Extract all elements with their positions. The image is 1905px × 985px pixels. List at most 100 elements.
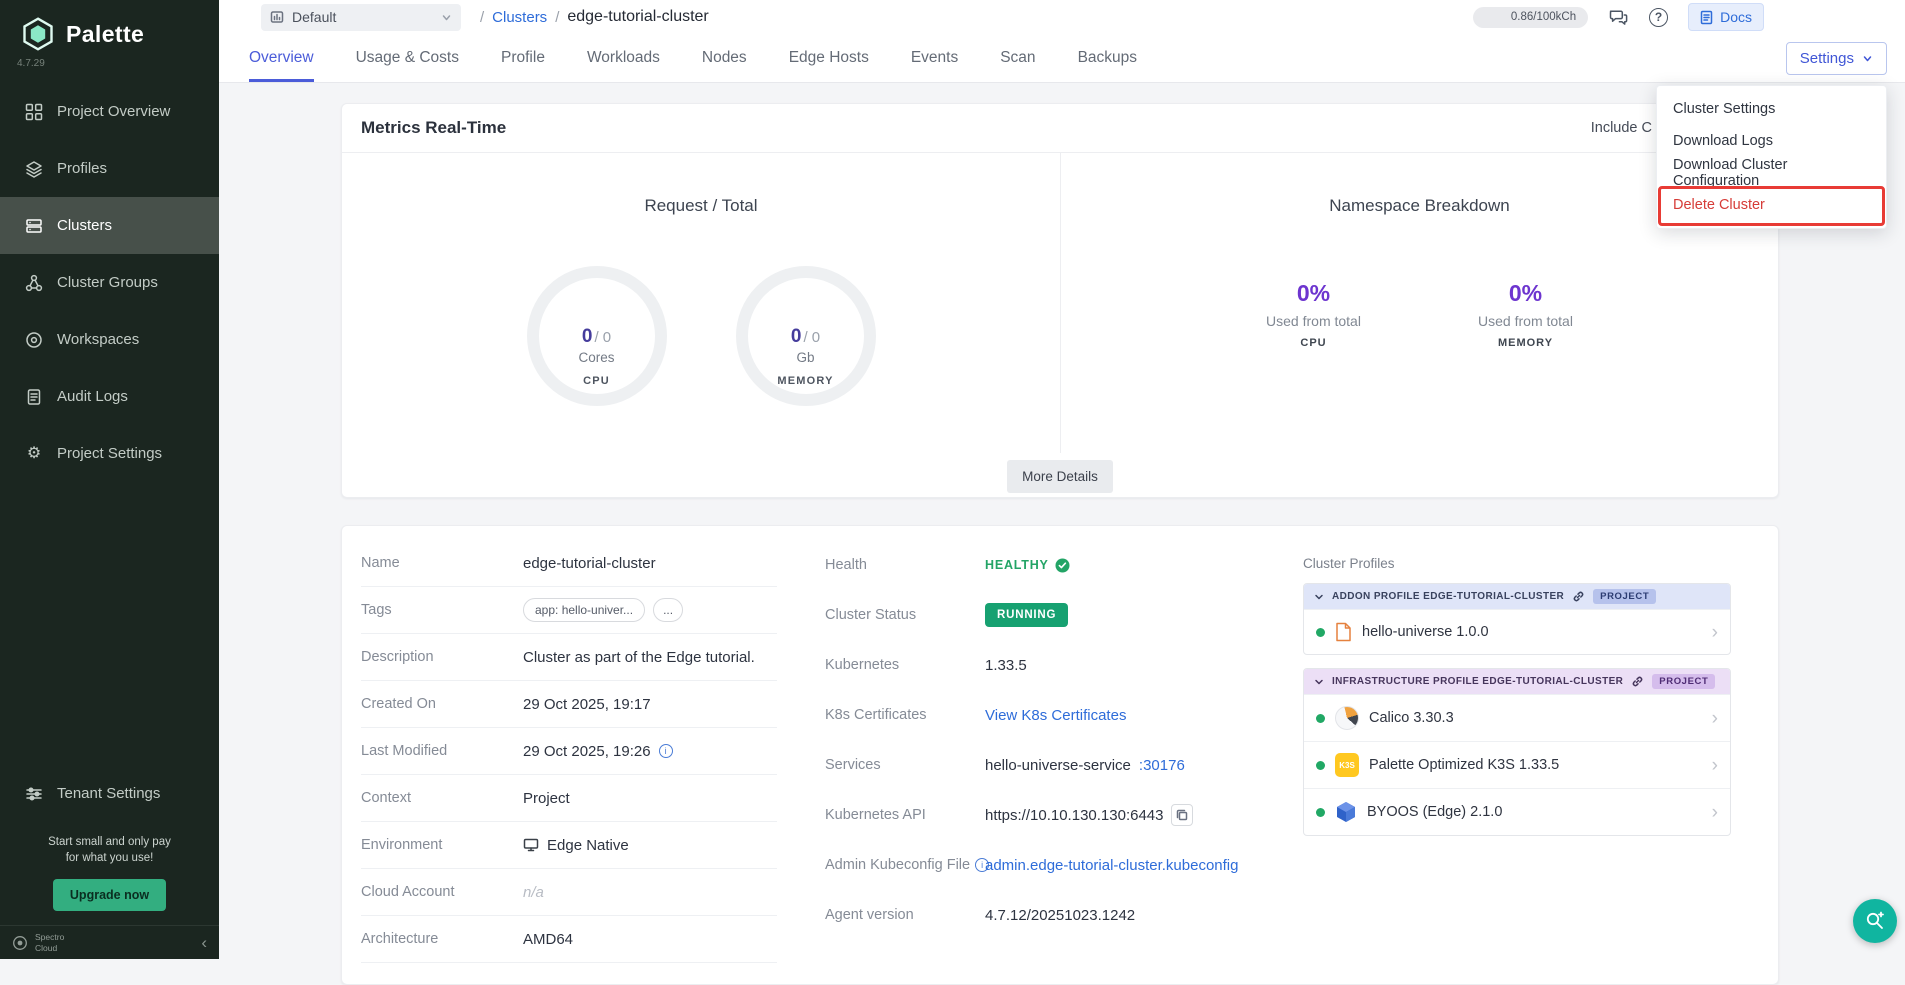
cluster-info-left-column: Name edge-tutorial-cluster Tags app: hel… <box>342 540 797 984</box>
breadcrumb-clusters-link[interactable]: Clusters <box>492 9 547 26</box>
sidebar-item-cluster-groups[interactable]: Cluster Groups <box>0 254 219 311</box>
calico-icon <box>1335 706 1359 730</box>
profile-layer-byoos[interactable]: BYOOS (Edge) 2.1.0 › <box>1304 788 1730 835</box>
project-scope-badge: PROJECT <box>1593 589 1656 604</box>
sidebar-item-label: Audit Logs <box>57 388 128 405</box>
profile-layer-calico[interactable]: Calico 3.30.3 › <box>1304 694 1730 741</box>
cpu-gauge: 0/ 0 Cores CPU <box>527 266 667 406</box>
info-icon[interactable]: i <box>659 744 673 758</box>
tab-events[interactable]: Events <box>911 34 958 82</box>
cpu-usage-stat: 0% Used from total CPU <box>1239 280 1389 349</box>
tab-scan[interactable]: Scan <box>1000 34 1035 82</box>
support-launcher-button[interactable] <box>1853 899 1897 943</box>
info-row-kubernetes-api: Kubernetes API https://10.10.130.130:644… <box>825 790 1245 840</box>
chevron-down-icon <box>441 12 452 23</box>
tab-edge-hosts[interactable]: Edge Hosts <box>789 34 869 82</box>
usage-meter[interactable]: 0.86/100kCh <box>1473 7 1588 28</box>
memory-usage-label: MEMORY <box>1451 337 1601 349</box>
metrics-body: Request / Total 0/ 0 Cores CPU 0/ 0 <box>342 153 1778 453</box>
tags-more-chip[interactable]: ... <box>653 598 683 622</box>
tab-overview[interactable]: Overview <box>249 34 314 82</box>
sidebar-item-tenant-settings[interactable]: Tenant Settings <box>0 770 219 818</box>
sidebar-item-project-overview[interactable]: Project Overview <box>0 83 219 140</box>
addon-profile-header[interactable]: ADDON PROFILE EDGE-TUTORIAL-CLUSTER PROJ… <box>1304 584 1730 609</box>
info-row-tags: Tags app: hello-univer... ... <box>361 587 777 634</box>
upgrade-now-button[interactable]: Upgrade now <box>53 879 166 911</box>
sidebar-item-workspaces[interactable]: Workspaces <box>0 311 219 368</box>
logo-row: Palette <box>0 0 219 54</box>
breadcrumb-current-page: edge-tutorial-cluster <box>567 8 708 26</box>
info-row-created-on: Created On 29 Oct 2025, 19:17 <box>361 681 777 728</box>
metrics-card: Metrics Real-Time Include C Request / To… <box>341 103 1779 498</box>
page-content: Metrics Real-Time Include C Request / To… <box>219 83 1905 985</box>
view-k8s-certificates-link[interactable]: View K8s Certificates <box>985 707 1126 724</box>
request-total-section: Request / Total 0/ 0 Cores CPU 0/ 0 <box>342 153 1061 453</box>
profile-layer-hello-universe[interactable]: hello-universe 1.0.0 › <box>1304 609 1730 654</box>
settings-button[interactable]: Settings <box>1786 42 1887 75</box>
sidebar-item-project-settings[interactable]: ⚙ Project Settings <box>0 425 219 482</box>
copy-icon[interactable] <box>1171 804 1193 826</box>
memory-total-value: / 0 <box>803 329 820 346</box>
k3s-icon: K3S <box>1335 753 1359 777</box>
promo-line: Start small and only pay <box>0 834 219 851</box>
infrastructure-profile-header[interactable]: INFRASTRUCTURE PROFILE EDGE-TUTORIAL-CLU… <box>1304 669 1730 694</box>
tab-workloads[interactable]: Workloads <box>587 34 660 82</box>
profile-layer-k3s[interactable]: K3S Palette Optimized K3S 1.33.5 › <box>1304 741 1730 788</box>
info-row-k8s-certificates: K8s Certificates View K8s Certificates <box>825 690 1245 740</box>
cpu-unit: Cores <box>578 349 614 367</box>
document-icon <box>1700 10 1713 25</box>
promo-line: for what you use! <box>0 850 219 867</box>
link-icon <box>1572 590 1585 603</box>
docs-button-label: Docs <box>1720 9 1752 25</box>
settings-button-label: Settings <box>1800 50 1854 67</box>
tab-usage-costs[interactable]: Usage & Costs <box>356 34 459 82</box>
menu-item-download-logs[interactable]: Download Logs <box>1657 125 1886 157</box>
project-selector[interactable]: Default <box>261 4 461 31</box>
info-row-name: Name edge-tutorial-cluster <box>361 540 777 587</box>
sidebar-collapse-icon[interactable]: ‹ <box>201 934 207 951</box>
docs-button[interactable]: Docs <box>1688 3 1764 31</box>
help-icon[interactable]: ? <box>1649 8 1668 27</box>
palette-app: { "app": {"name": "Palette", "version": … <box>0 0 1905 959</box>
chevron-down-icon <box>1314 592 1324 602</box>
more-details-button[interactable]: More Details <box>1007 460 1113 493</box>
audit-log-icon <box>25 388 43 406</box>
include-control-plane-label[interactable]: Include C <box>1591 104 1652 153</box>
magnifier-icon <box>1864 910 1886 932</box>
sidebar-item-label: Clusters <box>57 217 112 234</box>
breadcrumb-separator: / <box>480 9 484 26</box>
tab-backups[interactable]: Backups <box>1078 34 1137 82</box>
kubeconfig-download-link[interactable]: admin.edge-tutorial-cluster.kubeconfig <box>985 857 1238 874</box>
byoos-cube-icon <box>1335 801 1357 823</box>
app-name: Palette <box>66 21 144 48</box>
status-dot <box>1316 808 1325 817</box>
menu-item-cluster-settings[interactable]: Cluster Settings <box>1657 93 1886 125</box>
cluster-profiles-panel: Cluster Profiles ADDON PROFILE EDGE-TUTO… <box>1265 540 1778 984</box>
info-row-description: Description Cluster as part of the Edge … <box>361 634 777 681</box>
tab-bar: Overview Usage & Costs Profile Workloads… <box>219 34 1905 83</box>
cpu-usage-percent: 0% <box>1239 280 1389 307</box>
topbar-actions: 0.86/100kCh ? Docs <box>1473 3 1764 31</box>
sidebar-item-label: Workspaces <box>57 331 139 348</box>
memory-gauge-label: MEMORY <box>777 375 833 388</box>
main-area: Default / Clusters / edge-tutorial-clust… <box>219 0 1905 959</box>
sidebar-item-audit-logs[interactable]: Audit Logs <box>0 368 219 425</box>
chevron-right-icon: › <box>1712 709 1718 728</box>
menu-item-delete-cluster[interactable]: Delete Cluster <box>1657 189 1886 221</box>
chevron-down-icon <box>1862 53 1873 64</box>
chat-icon[interactable] <box>1608 7 1629 27</box>
cluster-info-card: Name edge-tutorial-cluster Tags app: hel… <box>341 525 1779 985</box>
tab-nodes[interactable]: Nodes <box>702 34 747 82</box>
memory-usage-caption: Used from total <box>1451 313 1601 329</box>
service-port-link[interactable]: :30176 <box>1139 757 1185 774</box>
menu-item-download-cluster-configuration[interactable]: Download Cluster Configuration <box>1657 157 1886 189</box>
brand-name: Spectro Cloud <box>35 932 64 952</box>
workspaces-icon <box>25 331 43 349</box>
tab-profile[interactable]: Profile <box>501 34 545 82</box>
cpu-usage-caption: Used from total <box>1239 313 1389 329</box>
memory-usage-stat: 0% Used from total MEMORY <box>1451 280 1601 349</box>
cpu-usage-label: CPU <box>1239 337 1389 349</box>
sidebar-item-profiles[interactable]: Profiles <box>0 140 219 197</box>
sidebar-item-clusters[interactable]: Clusters <box>0 197 219 254</box>
info-row-environment: Environment Edge Native <box>361 822 777 869</box>
